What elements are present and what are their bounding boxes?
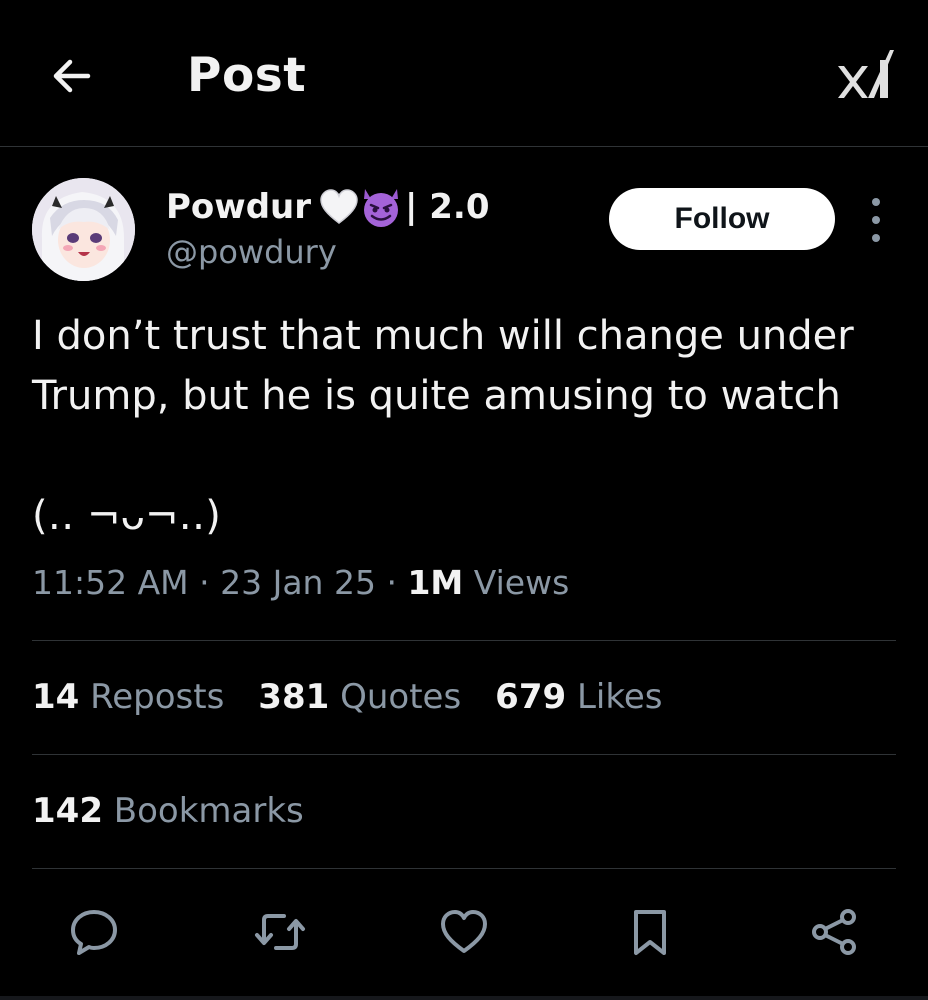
page-title: Post <box>187 48 307 103</box>
meta-separator: · <box>188 563 221 602</box>
reply-button[interactable] <box>64 900 124 964</box>
share-icon <box>812 909 856 955</box>
divider <box>32 640 896 641</box>
header-divider <box>0 146 928 147</box>
reposts-stat[interactable]: 14 Reposts <box>32 677 224 717</box>
repost-button[interactable] <box>250 900 310 964</box>
reposts-label: Reposts <box>79 677 225 717</box>
like-button[interactable] <box>434 900 494 964</box>
divider <box>32 868 896 869</box>
display-name-suffix: | 2.0 <box>405 187 490 227</box>
bookmark-button[interactable] <box>620 900 680 964</box>
post-text: I don’t trust that much will change unde… <box>32 313 854 539</box>
display-name: Powdur <box>166 187 311 227</box>
reposts-count: 14 <box>32 677 80 717</box>
post-time[interactable]: 11:52 AM <box>32 563 189 602</box>
author-name-row[interactable]: Powdur | 2.0 <box>166 185 490 229</box>
quotes-label: Quotes <box>329 677 462 717</box>
bookmark-icon <box>634 910 666 955</box>
quotes-count: 381 <box>258 677 330 717</box>
divider <box>32 754 896 755</box>
share-button[interactable] <box>804 900 864 964</box>
bookmarks-stat[interactable]: 142 Bookmarks <box>32 791 304 831</box>
views-label: Views <box>463 563 570 602</box>
author-handle[interactable]: @powdury <box>166 233 337 271</box>
bookmarks-label: Bookmarks <box>102 791 304 831</box>
more-options-button[interactable] <box>862 198 890 242</box>
more-vertical-icon <box>872 198 880 206</box>
likes-count: 679 <box>495 677 567 717</box>
smiling-devil-emoji <box>364 189 398 227</box>
follow-button[interactable]: Follow <box>609 188 835 250</box>
likes-label: Likes <box>566 677 663 717</box>
bottom-edge <box>0 996 928 1000</box>
repost-icon <box>255 914 305 950</box>
back-button[interactable] <box>48 52 96 100</box>
views-count: 1M <box>407 563 464 602</box>
like-icon <box>441 910 487 953</box>
top-bar: Post <box>0 0 928 147</box>
bookmarks-count: 142 <box>32 791 103 831</box>
likes-stat[interactable]: 679 Likes <box>495 677 662 717</box>
meta-separator: · <box>375 563 408 602</box>
arrow-left-icon <box>53 59 91 93</box>
post-date[interactable]: 23 Jan 25 <box>220 563 376 602</box>
avatar[interactable] <box>32 178 135 281</box>
reply-icon <box>71 910 117 955</box>
engagement-stats: 14 Reposts 381 Quotes 679 Likes <box>32 677 662 717</box>
xai-logo[interactable] <box>836 46 894 106</box>
white-heart-emoji <box>320 189 358 224</box>
post-meta: 11:52 AM · 23 Jan 25 · 1M Views <box>32 563 569 602</box>
action-bar <box>0 900 928 970</box>
quotes-stat[interactable]: 381 Quotes <box>258 677 461 717</box>
